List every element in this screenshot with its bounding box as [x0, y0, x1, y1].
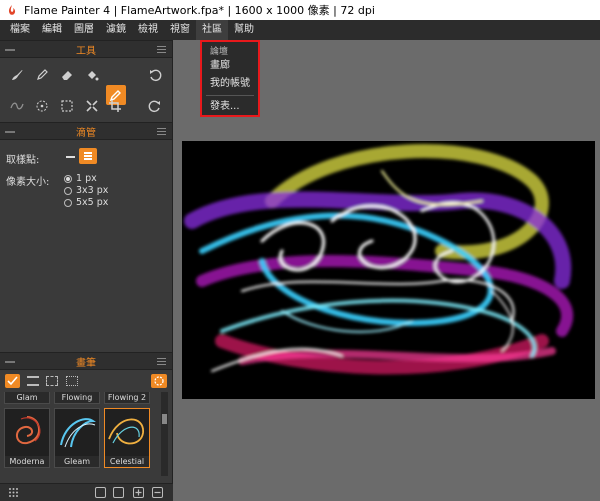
- selection-tool-icon[interactable]: [58, 97, 76, 115]
- panel-menu-icon[interactable]: [157, 358, 166, 365]
- brush-large-view-icon[interactable]: [66, 376, 78, 386]
- menu-item-forum[interactable]: 論壇: [202, 45, 258, 57]
- brush-tool-icon[interactable]: [8, 66, 26, 84]
- radio-dot: [64, 198, 72, 207]
- brush-flowing[interactable]: Flowing: [54, 392, 100, 404]
- radio-dot-selected: [64, 174, 72, 183]
- community-dropdown-menu: 論壇 畫廊 我的帳號 發表...: [200, 40, 260, 117]
- remove-brush-icon[interactable]: [152, 487, 163, 498]
- crop-tool-icon[interactable]: [106, 97, 124, 115]
- tools-panel-header: 工具: [0, 40, 172, 58]
- brush-scrollbar-thumb[interactable]: [162, 414, 167, 424]
- menu-community[interactable]: 社區: [196, 20, 228, 40]
- menu-item-publish[interactable]: 發表...: [202, 98, 258, 116]
- brushes-panel-title: 畫筆: [76, 357, 96, 369]
- panel-grip-icon[interactable]: [5, 131, 15, 133]
- brush-library-checkbox-icon[interactable]: [5, 374, 20, 388]
- brush-view-tabs: [0, 370, 172, 392]
- menu-item-gallery[interactable]: 畫廊: [202, 57, 258, 75]
- menu-item-my-account[interactable]: 我的帳號: [202, 75, 258, 93]
- menu-bar: 檔案 編輯 圖層 濾鏡 檢視 視窗 社區 幫助: [0, 20, 600, 40]
- brush-preview-celestial-icon: [108, 418, 144, 445]
- add-brush-icon[interactable]: [133, 487, 144, 498]
- brush-scrollbar[interactable]: [161, 392, 168, 476]
- redo-icon[interactable]: [146, 97, 164, 115]
- left-panel: 工具 滴管 取樣點: 像素大小: 1 px 3x3 px 5x5 px 畫筆 G…: [0, 40, 173, 501]
- panel-grip-icon[interactable]: [5, 361, 15, 363]
- left-panel-bottom-bar: [0, 483, 173, 501]
- brush-favorite-icon[interactable]: [151, 374, 167, 388]
- panel-menu-icon[interactable]: [157, 128, 166, 135]
- menu-view[interactable]: 檢視: [132, 20, 164, 40]
- brush-list-view-icon[interactable]: [27, 376, 39, 386]
- artwork-canvas[interactable]: [182, 141, 595, 399]
- brush-export-icon[interactable]: [113, 487, 124, 498]
- window-title: Flame Painter 4 | FlameArtwork.fpa* | 16…: [24, 4, 375, 17]
- radio-5x5px[interactable]: 5x5 px: [64, 197, 108, 208]
- brush-import-icon[interactable]: [95, 487, 106, 498]
- undo-icon[interactable]: [146, 66, 164, 84]
- radio-3x3px[interactable]: 3x3 px: [64, 185, 108, 196]
- brush-winter-glam[interactable]: Winter Glam: [4, 392, 50, 404]
- all-layers-icon[interactable]: [79, 148, 97, 164]
- radio-1px[interactable]: 1 px: [64, 173, 97, 184]
- menu-file[interactable]: 檔案: [4, 20, 36, 40]
- grid-dots-icon[interactable]: [8, 487, 19, 498]
- sample-point-label: 取樣點:: [6, 155, 40, 166]
- brush-preview-gleam-icon: [60, 418, 97, 448]
- panel-menu-icon[interactable]: [157, 46, 166, 53]
- dropper-panel: 取樣點: 像素大小: 1 px 3x3 px 5x5 px: [0, 140, 172, 352]
- menu-layer[interactable]: 圖層: [68, 20, 100, 40]
- move-tool-icon[interactable]: [83, 97, 101, 115]
- menu-help[interactable]: 幫助: [228, 20, 260, 40]
- tools-panel-title: 工具: [76, 45, 96, 57]
- menu-divider: [206, 95, 254, 96]
- symmetry-tool-icon[interactable]: [33, 97, 51, 115]
- panel-grip-icon[interactable]: [5, 49, 15, 51]
- pen-tool-icon[interactable]: [33, 66, 51, 84]
- eraser-tool-icon[interactable]: [58, 66, 76, 84]
- single-layer-icon[interactable]: [66, 156, 75, 158]
- radio-dot: [64, 186, 72, 195]
- brush-grid-view-icon[interactable]: [46, 376, 58, 386]
- brush-grid: Winter Glam Flowing Flowing 2 Moderna: [0, 392, 172, 476]
- menu-window[interactable]: 視窗: [164, 20, 196, 40]
- pixel-size-label: 像素大小:: [6, 177, 50, 188]
- brush-gleam[interactable]: Gleam: [54, 408, 100, 468]
- title-bar: Flame Painter 4 | FlameArtwork.fpa* | 16…: [0, 0, 600, 20]
- dropper-panel-title: 滴管: [76, 127, 96, 139]
- flame-artwork-image: [182, 141, 595, 399]
- brush-preview-moderna-icon: [16, 416, 41, 445]
- menu-filter[interactable]: 濾鏡: [100, 20, 132, 40]
- brush-celestial[interactable]: Celestial: [104, 408, 150, 468]
- brush-flowing-2[interactable]: Flowing 2: [104, 392, 150, 404]
- brush-moderna[interactable]: Moderna: [4, 408, 50, 468]
- menu-edit[interactable]: 編輯: [36, 20, 68, 40]
- brushes-panel-header: 畫筆: [0, 352, 172, 370]
- fill-bucket-tool-icon[interactable]: [83, 66, 101, 84]
- flame-painter-logo-icon: [8, 5, 16, 15]
- tools-grid: [0, 58, 172, 122]
- curve-tool-icon[interactable]: [8, 97, 26, 115]
- dropper-panel-header: 滴管: [0, 122, 172, 140]
